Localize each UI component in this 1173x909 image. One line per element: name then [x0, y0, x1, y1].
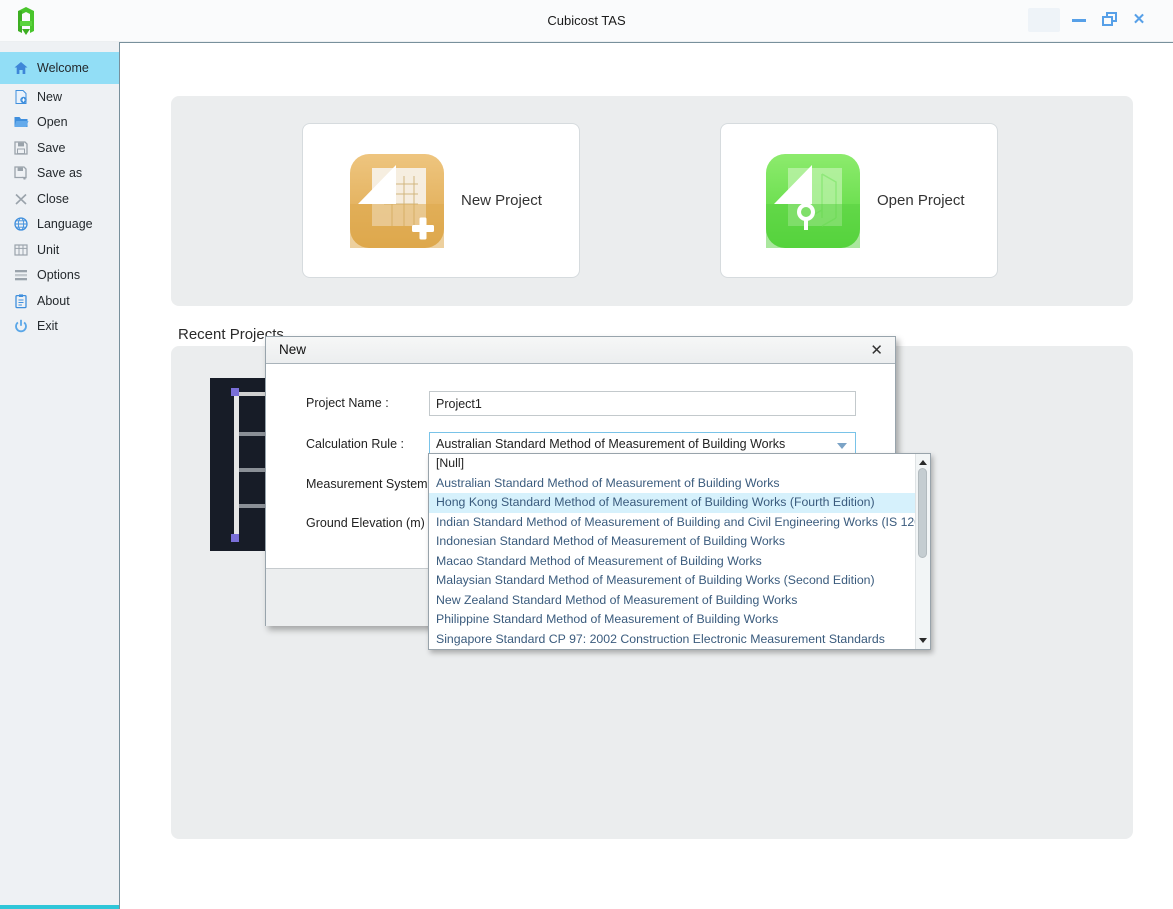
sidebar-item-label: Language	[37, 217, 93, 231]
sidebar-item-open[interactable]: Open	[0, 110, 119, 136]
dropdown-option[interactable]: [Null]	[429, 454, 915, 474]
dropdown-option[interactable]: Singapore Standard CP 97: 2002 Construct…	[429, 630, 915, 650]
close-x-icon	[13, 191, 29, 207]
open-project-card[interactable]: Open Project	[720, 123, 998, 278]
unit-grid-icon	[13, 242, 29, 258]
scroll-down-icon[interactable]	[919, 638, 927, 643]
open-folder-icon	[13, 114, 29, 130]
save-icon	[13, 140, 29, 156]
dropdown-scrollbar[interactable]	[915, 454, 930, 649]
globe-icon	[13, 216, 29, 232]
ground-elevation-label: Ground Elevation (m) :	[306, 516, 432, 530]
power-icon	[13, 318, 29, 334]
sidebar: Welcome New Open Save Save as Close Lang…	[0, 42, 120, 909]
close-icon[interactable]: ✕	[1126, 8, 1152, 32]
dropdown-option[interactable]: Australian Standard Method of Measuremen…	[429, 474, 915, 494]
sidebar-item-label: Save	[37, 141, 66, 155]
dropdown-list: [Null] Australian Standard Method of Mea…	[429, 454, 915, 649]
sidebar-item-label: About	[37, 294, 70, 308]
dropdown-option[interactable]: Indian Standard Method of Measurement of…	[429, 513, 915, 533]
calculation-rule-label: Calculation Rule :	[306, 437, 404, 451]
sidebar-item-label: Welcome	[37, 61, 89, 75]
calculation-rule-dropdown: [Null] Australian Standard Method of Mea…	[428, 453, 931, 650]
sidebar-item-new[interactable]: New	[0, 84, 119, 110]
sidebar-item-save[interactable]: Save	[0, 135, 119, 161]
sidebar-item-label: Save as	[37, 166, 82, 180]
about-clipboard-icon	[13, 293, 29, 309]
project-name-label: Project Name :	[306, 396, 389, 410]
sidebar-item-options[interactable]: Options	[0, 263, 119, 289]
sidebar-item-label: Exit	[37, 319, 58, 333]
thumbnail-grip-dot	[231, 388, 239, 396]
home-icon	[13, 60, 29, 76]
dropdown-option[interactable]: Malaysian Standard Method of Measurement…	[429, 571, 915, 591]
dropdown-option[interactable]: New Zealand Standard Method of Measureme…	[429, 591, 915, 611]
sidebar-item-label: Open	[37, 115, 68, 129]
chevron-down-icon	[837, 443, 847, 449]
new-file-icon	[13, 89, 29, 105]
sidebar-item-exit[interactable]: Exit	[0, 314, 119, 340]
dropdown-option[interactable]: Indonesian Standard Method of Measuremen…	[429, 532, 915, 552]
restore-icon[interactable]	[1096, 8, 1122, 32]
measurement-system-label: Measurement System :	[306, 477, 435, 491]
dropdown-option[interactable]: Macao Standard Method of Measurement of …	[429, 552, 915, 572]
sidebar-item-about[interactable]: About	[0, 288, 119, 314]
scroll-up-icon[interactable]	[919, 460, 927, 465]
sidebar-item-welcome[interactable]: Welcome	[0, 52, 119, 84]
sidebar-item-label: New	[37, 90, 62, 104]
thumbnail-grip-dot	[231, 534, 239, 542]
dialog-title: New	[279, 342, 306, 357]
new-project-icon	[350, 154, 444, 248]
thumbnail-drawing-line	[234, 392, 239, 538]
calculation-rule-value: Australian Standard Method of Measuremen…	[436, 437, 785, 451]
sidebar-item-close[interactable]: Close	[0, 186, 119, 212]
dropdown-option[interactable]: Philippine Standard Method of Measuremen…	[429, 610, 915, 630]
sidebar-item-language[interactable]: Language	[0, 212, 119, 238]
open-project-icon	[766, 154, 860, 248]
new-project-label: New Project	[461, 192, 542, 209]
new-project-card[interactable]: New Project	[302, 123, 580, 278]
sidebar-item-label: Close	[37, 192, 69, 206]
sidebar-item-label: Unit	[37, 243, 59, 257]
open-project-label: Open Project	[877, 192, 965, 209]
title-bar: Cubicost TAS ✕	[0, 0, 1173, 42]
app-window: Cubicost TAS ✕ Welcome New Open Save Sav…	[0, 0, 1173, 909]
save-as-icon	[13, 165, 29, 181]
window-title: Cubicost TAS	[0, 13, 1173, 28]
sidebar-item-unit[interactable]: Unit	[0, 237, 119, 263]
options-list-icon	[13, 267, 29, 283]
dialog-close-icon[interactable]: ✕	[870, 341, 883, 359]
dropdown-option-highlighted[interactable]: Hong Kong Standard Method of Measurement…	[429, 493, 915, 513]
sidebar-bottom-strip	[0, 905, 120, 909]
sidebar-item-label: Options	[37, 268, 80, 282]
minimize-icon[interactable]	[1066, 8, 1092, 32]
dialog-header: New ✕	[266, 337, 895, 364]
project-name-input[interactable]	[429, 391, 856, 416]
titlebar-extra-button[interactable]	[1028, 8, 1060, 32]
sidebar-item-save-as[interactable]: Save as	[0, 161, 119, 187]
scrollbar-thumb[interactable]	[918, 468, 927, 558]
